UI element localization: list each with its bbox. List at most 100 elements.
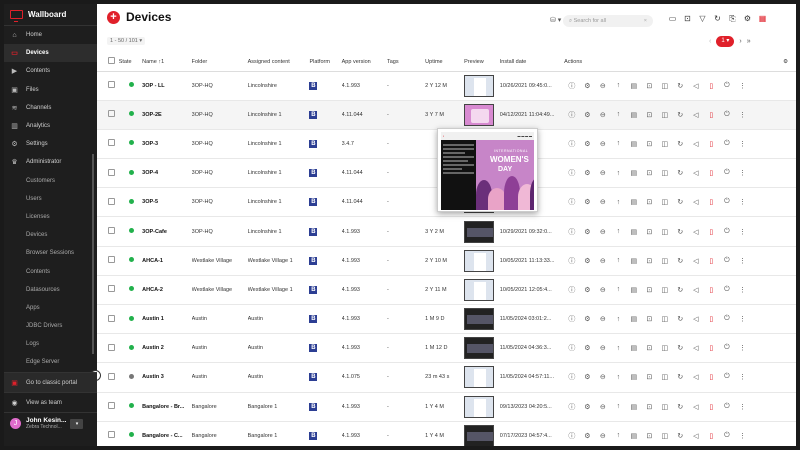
refresh-icon[interactable]: ↻ — [710, 14, 725, 24]
column-header-name-[interactable]: Name ↑1 — [142, 53, 192, 72]
more-icon[interactable]: ⋮ — [735, 111, 751, 119]
table-row[interactable]: Bangalore - Br... Bangalore Bangalore 1 B 4.… — [97, 392, 796, 422]
column-header-state[interactable]: State — [118, 53, 143, 72]
screenshot-icon[interactable]: ◫ — [657, 286, 673, 294]
upload-icon[interactable]: ↑ — [611, 199, 627, 206]
column-header-app-version[interactable]: App version — [341, 53, 387, 72]
restart-icon[interactable]: ↻ — [673, 315, 689, 323]
upload-icon[interactable]: ↑ — [611, 374, 627, 381]
table-row[interactable]: 3OP - LL 3OP-HQ Lincolnshire B 4.1.993-2 Y 1… — [97, 71, 796, 101]
delete-icon[interactable]: ▯ — [704, 344, 720, 352]
column-header-preview[interactable]: Preview — [464, 53, 500, 72]
sidebar-scrollbar[interactable] — [92, 154, 94, 354]
gear-icon[interactable]: ⚙ — [580, 82, 596, 90]
sidebar-subitem-licenses[interactable]: Licenses — [4, 208, 97, 226]
table-row[interactable]: AHCA-1 Westlake Village Westlake Village 1… — [97, 246, 796, 276]
send-icon[interactable]: ◁ — [688, 286, 704, 294]
row-checkbox[interactable] — [108, 139, 115, 147]
power-icon[interactable]: ⏻ — [719, 344, 735, 352]
restart-icon[interactable]: ↻ — [673, 286, 689, 294]
monitor-icon[interactable]: ⊡ — [642, 198, 658, 206]
preview-thumbnail[interactable] — [464, 395, 495, 418]
link-icon[interactable]: ⊖ — [595, 403, 611, 411]
restart-icon[interactable]: ↻ — [673, 198, 689, 206]
send-icon[interactable]: ◁ — [688, 432, 704, 440]
delete-icon[interactable]: ▯ — [704, 82, 720, 90]
link-icon[interactable]: ⊖ — [595, 286, 611, 294]
sidebar-item-home[interactable]: ⌂ Home — [4, 26, 97, 44]
delete-icon[interactable]: ▯ — [704, 257, 720, 265]
send-icon[interactable]: ◁ — [688, 403, 704, 411]
info-icon[interactable]: ⓘ — [564, 285, 580, 295]
preview-thumbnail[interactable] — [464, 308, 495, 331]
monitor-icon[interactable]: ⊡ — [642, 111, 658, 119]
monitor-icon[interactable]: ⊡ — [642, 344, 658, 352]
settings-icon[interactable]: ⚙ — [740, 14, 755, 24]
power-icon[interactable]: ⏻ — [719, 286, 735, 294]
power-icon[interactable]: ⏻ — [719, 82, 735, 90]
message-icon[interactable]: ▤ — [626, 373, 642, 381]
screenshot-icon[interactable]: ⊡ — [680, 14, 695, 24]
link-icon[interactable]: ⊖ — [595, 82, 611, 90]
search-input[interactable]: ⌕ Search for all × — [563, 15, 653, 27]
table-row[interactable]: Austin 3 Austin Austin B 4.1.075-23 m 43 s 11… — [97, 362, 796, 393]
device-name[interactable]: 3OP-5 — [142, 187, 192, 218]
assigned-content-cell[interactable]: Austin — [247, 362, 310, 393]
device-name[interactable]: Bangalore - Br... — [142, 392, 192, 422]
user-profile[interactable]: J John Kesin... Zebra Technol... ▾ — [4, 412, 97, 434]
export-icon[interactable]: ⎘ — [725, 14, 740, 24]
more-icon[interactable]: ⋮ — [735, 373, 751, 381]
monitor-icon[interactable]: ⊡ — [642, 82, 658, 90]
row-checkbox[interactable] — [108, 402, 115, 410]
more-icon[interactable]: ⋮ — [735, 198, 751, 206]
monitor-icon[interactable]: ⊡ — [642, 286, 658, 294]
sidebar-item-analytics[interactable]: ▥ Analytics — [4, 117, 97, 135]
sidebar-subitem-apps[interactable]: Apps — [4, 299, 97, 317]
restart-icon[interactable]: ↻ — [673, 257, 689, 265]
row-checkbox[interactable] — [108, 81, 115, 89]
message-icon[interactable]: ▤ — [626, 198, 642, 206]
info-icon[interactable]: ⓘ — [564, 139, 580, 149]
link-icon[interactable]: ⊖ — [595, 228, 611, 236]
gear-icon[interactable]: ⚙ — [580, 286, 596, 294]
gear-icon[interactable]: ⚙ — [580, 403, 596, 411]
last-page-icon[interactable]: » — [747, 38, 751, 45]
delete-icon[interactable]: ▯ — [704, 111, 720, 119]
screenshot-icon[interactable]: ◫ — [657, 140, 673, 148]
device-name[interactable]: AHCA-1 — [142, 246, 192, 276]
info-icon[interactable]: ⓘ — [564, 110, 580, 120]
more-icon[interactable]: ⋮ — [735, 169, 751, 177]
info-icon[interactable]: ⓘ — [564, 197, 580, 207]
row-checkbox[interactable] — [108, 372, 115, 380]
send-icon[interactable]: ◁ — [688, 140, 704, 148]
assigned-content-cell[interactable]: Bangalore 1 — [247, 392, 310, 422]
sidebar-subitem-browser-sessions[interactable]: Browser Sessions — [4, 244, 97, 262]
assigned-content-cell[interactable]: Westlake Village 1 — [247, 246, 310, 276]
preview-thumbnail[interactable] — [464, 249, 495, 272]
power-icon[interactable]: ⏻ — [719, 228, 735, 236]
more-icon[interactable]: ⋮ — [735, 286, 751, 294]
monitor-icon[interactable]: ⊡ — [642, 228, 658, 236]
link-icon[interactable]: ⊖ — [595, 111, 611, 119]
preview-thumbnail[interactable] — [464, 103, 495, 126]
sidebar-subitem-contents[interactable]: Contents — [4, 262, 97, 280]
gear-icon[interactable]: ⚙ — [580, 373, 596, 381]
preview-thumbnail[interactable] — [464, 337, 495, 360]
message-icon[interactable]: ▤ — [626, 228, 642, 236]
message-icon[interactable]: ▤ — [626, 344, 642, 352]
link-icon[interactable]: ⊖ — [595, 373, 611, 381]
monitor-icon[interactable]: ⊡ — [642, 140, 658, 148]
upload-icon[interactable]: ↑ — [611, 170, 627, 177]
delete-icon[interactable]: ▯ — [704, 228, 720, 236]
device-name[interactable]: Austin 1 — [142, 304, 192, 335]
message-icon[interactable]: ▤ — [626, 140, 642, 148]
gear-icon[interactable]: ⚙ — [580, 111, 596, 119]
upload-icon[interactable]: ↑ — [611, 111, 627, 118]
column-header-tags[interactable]: Tags — [386, 53, 426, 72]
grid-view-icon[interactable]: ▦ — [755, 14, 770, 24]
power-icon[interactable]: ⏻ — [719, 403, 735, 411]
upload-icon[interactable]: ↑ — [611, 403, 627, 410]
monitor-icon[interactable]: ▭ — [665, 14, 680, 24]
link-icon[interactable]: ⊖ — [595, 432, 611, 440]
link-icon[interactable]: ⊖ — [595, 198, 611, 206]
